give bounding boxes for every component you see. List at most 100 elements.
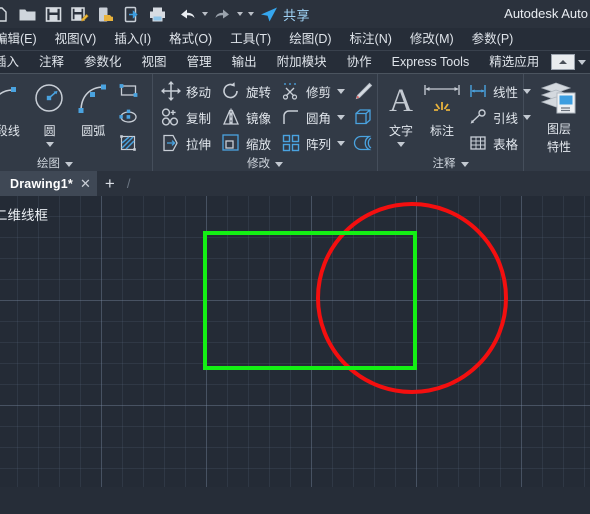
redo-icon[interactable]: [211, 3, 233, 25]
annotate-panel-title[interactable]: 注释: [378, 156, 523, 172]
fillet-button[interactable]: 圆角: [277, 104, 347, 130]
menu-item-3[interactable]: 格式(O): [160, 28, 221, 50]
ribbon-tab-8[interactable]: Express Tools: [382, 51, 480, 73]
share-button[interactable]: 共享: [259, 5, 310, 24]
polyline-label: 段线: [0, 124, 20, 138]
redo-dropdown-caret[interactable]: [235, 3, 244, 25]
arc-icon: [73, 79, 113, 121]
table-button[interactable]: 表格: [464, 130, 533, 156]
close-icon[interactable]: ✕: [80, 177, 91, 190]
mirror-button[interactable]: 镜像: [217, 104, 273, 130]
undo-dropdown-caret[interactable]: [200, 3, 209, 25]
linear-dimension-icon: [466, 79, 490, 103]
erase-pencil-icon[interactable]: [349, 79, 377, 103]
ellipse-icon[interactable]: [115, 105, 143, 129]
ribbon-tab-4[interactable]: 管理: [177, 51, 222, 73]
rectangle-icon[interactable]: [115, 79, 143, 103]
polyline-button[interactable]: 段线: [0, 77, 28, 139]
circle-dropdown-caret[interactable]: [45, 142, 54, 147]
ribbon-tab-1[interactable]: 注释: [29, 51, 74, 73]
ellipse-tool-row[interactable]: [115, 104, 152, 130]
array-dropdown-caret[interactable]: [337, 140, 346, 146]
fillet-dropdown-caret[interactable]: [337, 114, 346, 120]
ribbon-tab-0[interactable]: 插入: [0, 51, 29, 73]
ribbon-tab-bar: 插入 注释 参数化 视图 管理 输出 附加模块 协作 Express Tools 精选应用: [0, 51, 590, 74]
layer-properties-button[interactable]: 图层 特性: [530, 77, 588, 155]
annotate-col: 线性 引线 表格: [464, 77, 533, 156]
qat-customize-caret[interactable]: [246, 3, 255, 25]
file-tab-label: Drawing1*: [10, 176, 73, 191]
ribbon-tab-7[interactable]: 协作: [337, 51, 382, 73]
drawing-canvas[interactable]: 二维线框: [0, 196, 590, 487]
ribbon-tab-5[interactable]: 输出: [222, 51, 267, 73]
rotate-button[interactable]: 旋转: [217, 78, 273, 104]
draw-panel-title[interactable]: 绘图: [0, 156, 152, 172]
3d-box-icon[interactable]: [349, 105, 377, 129]
undo-icon[interactable]: [176, 3, 198, 25]
new-file-icon[interactable]: [0, 3, 12, 25]
menu-item-7[interactable]: 修改(M): [401, 28, 463, 50]
menu-item-6[interactable]: 标注(N): [341, 28, 401, 50]
array-icon: [279, 131, 303, 155]
ribbon-minimize-icon[interactable]: [551, 54, 586, 70]
offset-icon[interactable]: [349, 131, 377, 155]
trim-button[interactable]: 修剪: [277, 78, 347, 104]
menu-item-0[interactable]: 编辑(E): [0, 28, 46, 50]
circle-icon: [30, 79, 70, 121]
draw-panel-title-label: 绘图: [37, 158, 60, 170]
array-button[interactable]: 阵列: [277, 130, 347, 156]
move-button[interactable]: 移动: [157, 78, 213, 104]
trim-dropdown-caret[interactable]: [337, 88, 346, 94]
save-icon[interactable]: [42, 3, 64, 25]
file-tab-drawing1[interactable]: Drawing1* ✕: [0, 171, 97, 196]
autocad-window: 共享 Autodesk Auto 编辑(E) 视图(V) 插入(I) 格式(O) 工具(…: [0, 0, 590, 514]
app-title: Autodesk Auto: [504, 6, 588, 21]
rectangle-tool-row[interactable]: [115, 78, 152, 104]
erase-row[interactable]: [349, 78, 377, 104]
save-as-icon[interactable]: [68, 3, 90, 25]
ribbon-tab-6[interactable]: 附加模块: [267, 51, 337, 73]
mirror-icon: [219, 105, 243, 129]
3d-box-row[interactable]: [349, 104, 377, 130]
menu-item-2[interactable]: 插入(I): [105, 28, 160, 50]
arc-button[interactable]: 圆弧: [71, 77, 115, 139]
print-icon[interactable]: [146, 3, 168, 25]
linear-button[interactable]: 线性: [464, 78, 533, 104]
fillet-label: 圆角: [306, 111, 332, 126]
stretch-button[interactable]: 拉伸: [157, 130, 213, 156]
new-tab-button[interactable]: +: [97, 171, 123, 196]
menu-item-5[interactable]: 绘图(D): [280, 28, 340, 50]
title-bar: 共享 Autodesk Auto: [0, 0, 590, 28]
move-icon: [159, 79, 183, 103]
fillet-icon: [279, 105, 303, 129]
text-dropdown-caret[interactable]: [397, 142, 406, 147]
draw-panel-caret[interactable]: [65, 161, 73, 167]
open-file-icon[interactable]: [16, 3, 38, 25]
copy-button[interactable]: 复制: [157, 104, 213, 130]
modify-panel-caret[interactable]: [275, 161, 284, 167]
table-icon: [466, 131, 490, 155]
annotate-panel-caret[interactable]: [460, 161, 469, 167]
rotate-icon: [219, 79, 243, 103]
offset-row[interactable]: [349, 130, 377, 156]
green-rectangle[interactable]: [203, 231, 417, 370]
text-label: 文字: [389, 124, 414, 138]
ribbon-tab-2[interactable]: 参数化: [74, 51, 132, 73]
menu-item-8[interactable]: 参数(P): [463, 28, 523, 50]
menu-item-4[interactable]: 工具(T): [221, 28, 280, 50]
cloud-upload-icon[interactable]: [120, 3, 142, 25]
menu-item-1[interactable]: 视图(V): [46, 28, 106, 50]
hatch-icon[interactable]: [115, 131, 143, 155]
ribbon-tab-3[interactable]: 视图: [132, 51, 177, 73]
dimension-icon: [421, 79, 463, 121]
text-button[interactable]: A 文字: [381, 77, 421, 147]
leader-icon: [466, 105, 490, 129]
dimension-button[interactable]: 标注: [421, 77, 463, 139]
export-icon[interactable]: [94, 3, 116, 25]
leader-button[interactable]: 引线: [464, 104, 533, 130]
circle-button[interactable]: 圆: [28, 77, 72, 147]
scale-button[interactable]: 缩放: [217, 130, 273, 156]
modify-panel-title[interactable]: 修改: [153, 156, 377, 172]
ribbon-tab-9[interactable]: 精选应用: [479, 51, 549, 73]
hatch-tool-row[interactable]: [115, 130, 152, 156]
